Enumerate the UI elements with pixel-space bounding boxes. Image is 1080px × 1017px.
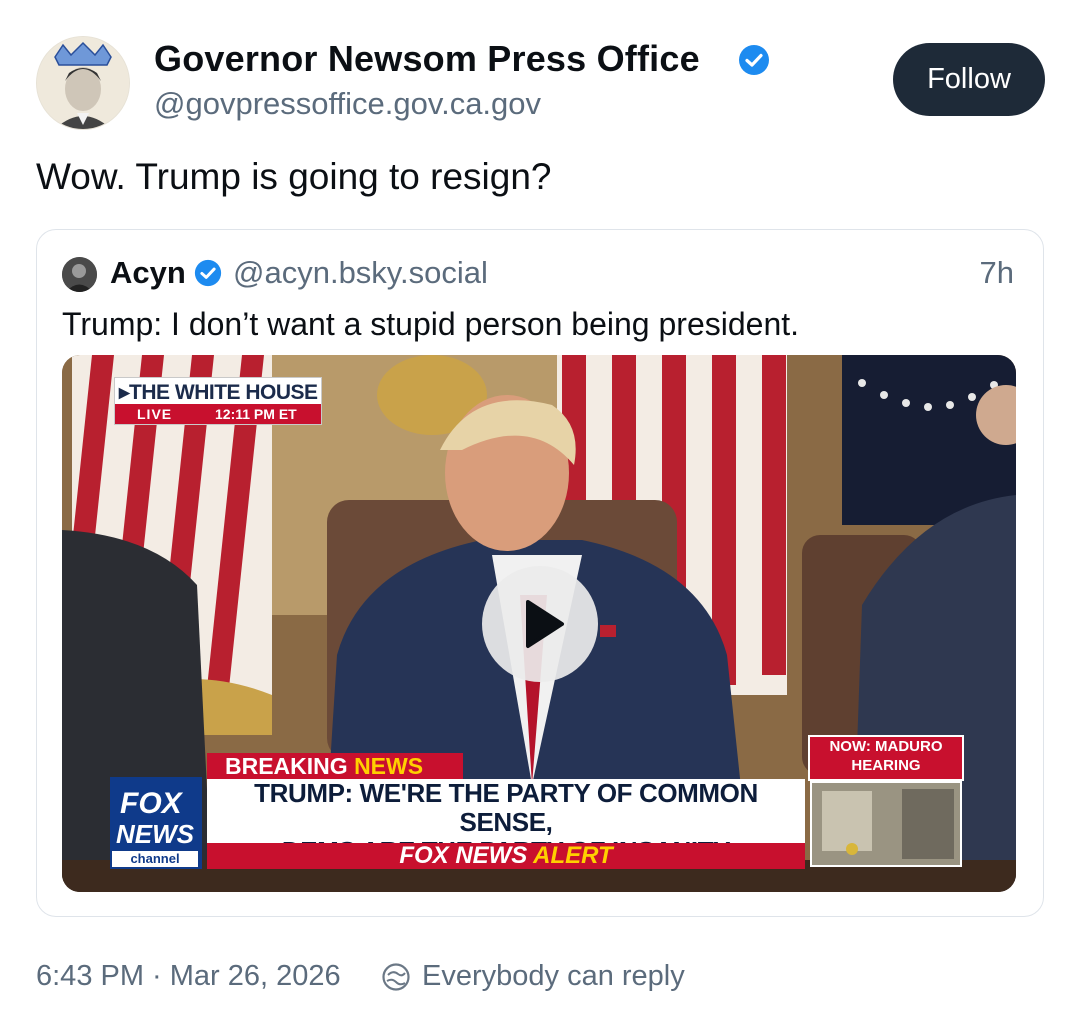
- live-label: LIVE: [137, 406, 173, 422]
- headline-line-1: TRUMP: WE'RE THE PARTY OF COMMON SENSE,: [254, 778, 758, 837]
- quoted-author-handle[interactable]: @acyn.bsky.social: [233, 255, 488, 291]
- quoted-verified-badge-icon: [194, 259, 222, 287]
- alert-word: ALERT: [533, 842, 613, 869]
- alert-network: FOX NEWS: [399, 842, 528, 869]
- chyron-headline: TRUMP: WE'RE THE PARTY OF COMMON SENSE, …: [207, 778, 805, 866]
- logo-line-3: channel: [112, 851, 198, 867]
- verified-badge-icon: [739, 45, 769, 75]
- follow-button[interactable]: Follow: [893, 43, 1045, 116]
- post-timestamp[interactable]: 6:43 PM · Mar 26, 2026: [36, 960, 341, 993]
- location-title: ▸THE WHITE HOUSE: [119, 381, 318, 404]
- breaking-news-label: BREAKING NEWS: [207, 753, 463, 779]
- side-news-line-1: NOW: MADURO: [829, 738, 943, 755]
- live-time: 12:11 PM ET: [215, 406, 297, 422]
- network-location-tag: ▸THE WHITE HOUSE LIVE 12:11 PM ET: [114, 377, 322, 425]
- everybody-reply-icon: [382, 963, 410, 991]
- reply-settings[interactable]: Everybody can reply: [422, 960, 685, 993]
- news-word: NEWS: [354, 753, 424, 779]
- logo-line-1: FOX: [120, 787, 182, 820]
- live-bar: LIVE 12:11 PM ET: [115, 404, 321, 424]
- author-avatar[interactable]: [36, 36, 130, 130]
- post-text: Wow. Trump is going to resign?: [36, 156, 552, 197]
- logo-line-2: NEWS: [116, 819, 194, 849]
- quoted-post-time[interactable]: 7h: [980, 255, 1014, 291]
- breaking-word: BREAKING: [225, 753, 348, 779]
- quoted-author-name[interactable]: Acyn: [110, 255, 186, 291]
- fox-news-logo: FOX NEWS channel: [110, 777, 202, 869]
- quoted-author-avatar[interactable]: [62, 257, 97, 292]
- fox-news-alert-bar: FOX NEWS ALERT: [207, 843, 805, 869]
- author-handle[interactable]: @govpressoffice.gov.ca.gov: [154, 86, 541, 122]
- side-news-box: NOW: MADURO HEARING UNDERWAY: [808, 735, 964, 793]
- play-icon: [526, 600, 564, 648]
- play-button[interactable]: [482, 566, 598, 682]
- quoted-post-text: Trump: I don’t want a stupid person bein…: [62, 306, 800, 342]
- side-news-inset-video: [810, 781, 962, 867]
- author-display-name[interactable]: Governor Newsom Press Office: [154, 38, 700, 80]
- video-player[interactable]: ▸THE WHITE HOUSE LIVE 12:11 PM ET BREAKI…: [62, 355, 1016, 892]
